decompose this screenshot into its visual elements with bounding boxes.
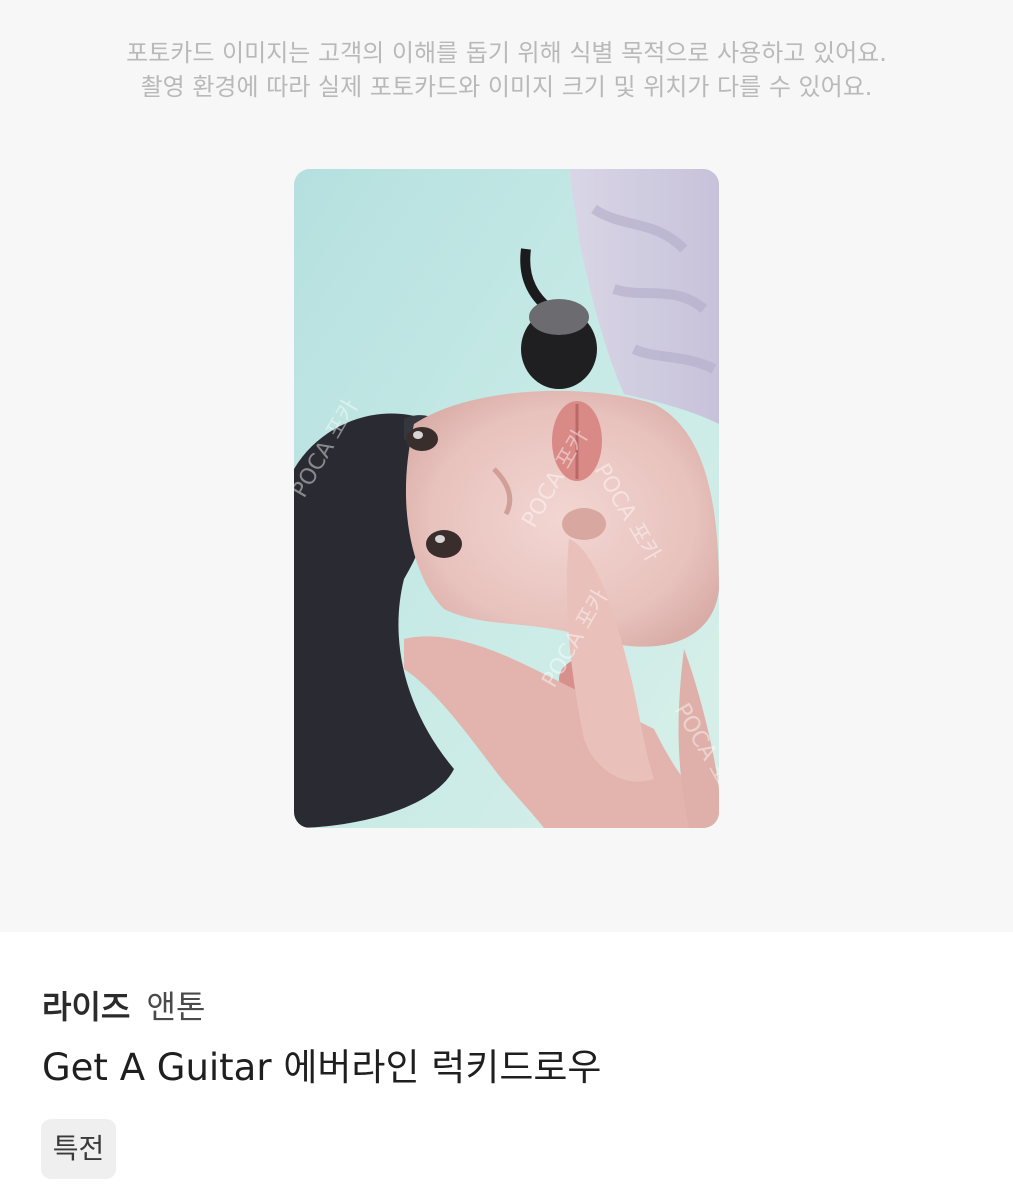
tag-badge: 특전 — [41, 1119, 116, 1179]
photocard-illustration: POCA 포카 POCA 포카 POCA 포카 POCA 포카 POCA 포카 — [294, 169, 719, 828]
photocard-viewer: 포토카드 이미지는 고객의 이해를 돕기 위해 식별 목적으로 사용하고 있어요… — [0, 0, 1013, 932]
notice-line-1: 포토카드 이미지는 고객의 이해를 돕기 위해 식별 목적으로 사용하고 있어요… — [126, 39, 887, 67]
artist-info: 라이즈 앤톤 — [42, 984, 205, 1030]
member-name[interactable]: 앤톤 — [147, 988, 206, 1026]
image-notice: 포토카드 이미지는 고객의 이해를 돕기 위해 식별 목적으로 사용하고 있어요… — [0, 36, 1013, 104]
product-title: Get A Guitar 에버라인 럭키드로우 — [42, 1046, 602, 1089]
artist-name[interactable]: 라이즈 — [42, 988, 130, 1026]
photocard-image[interactable]: POCA 포카 POCA 포카 POCA 포카 POCA 포카 POCA 포카 — [294, 169, 719, 828]
notice-line-2: 촬영 환경에 따라 실제 포토카드와 이미지 크기 및 위치가 다를 수 있어요… — [140, 73, 873, 101]
